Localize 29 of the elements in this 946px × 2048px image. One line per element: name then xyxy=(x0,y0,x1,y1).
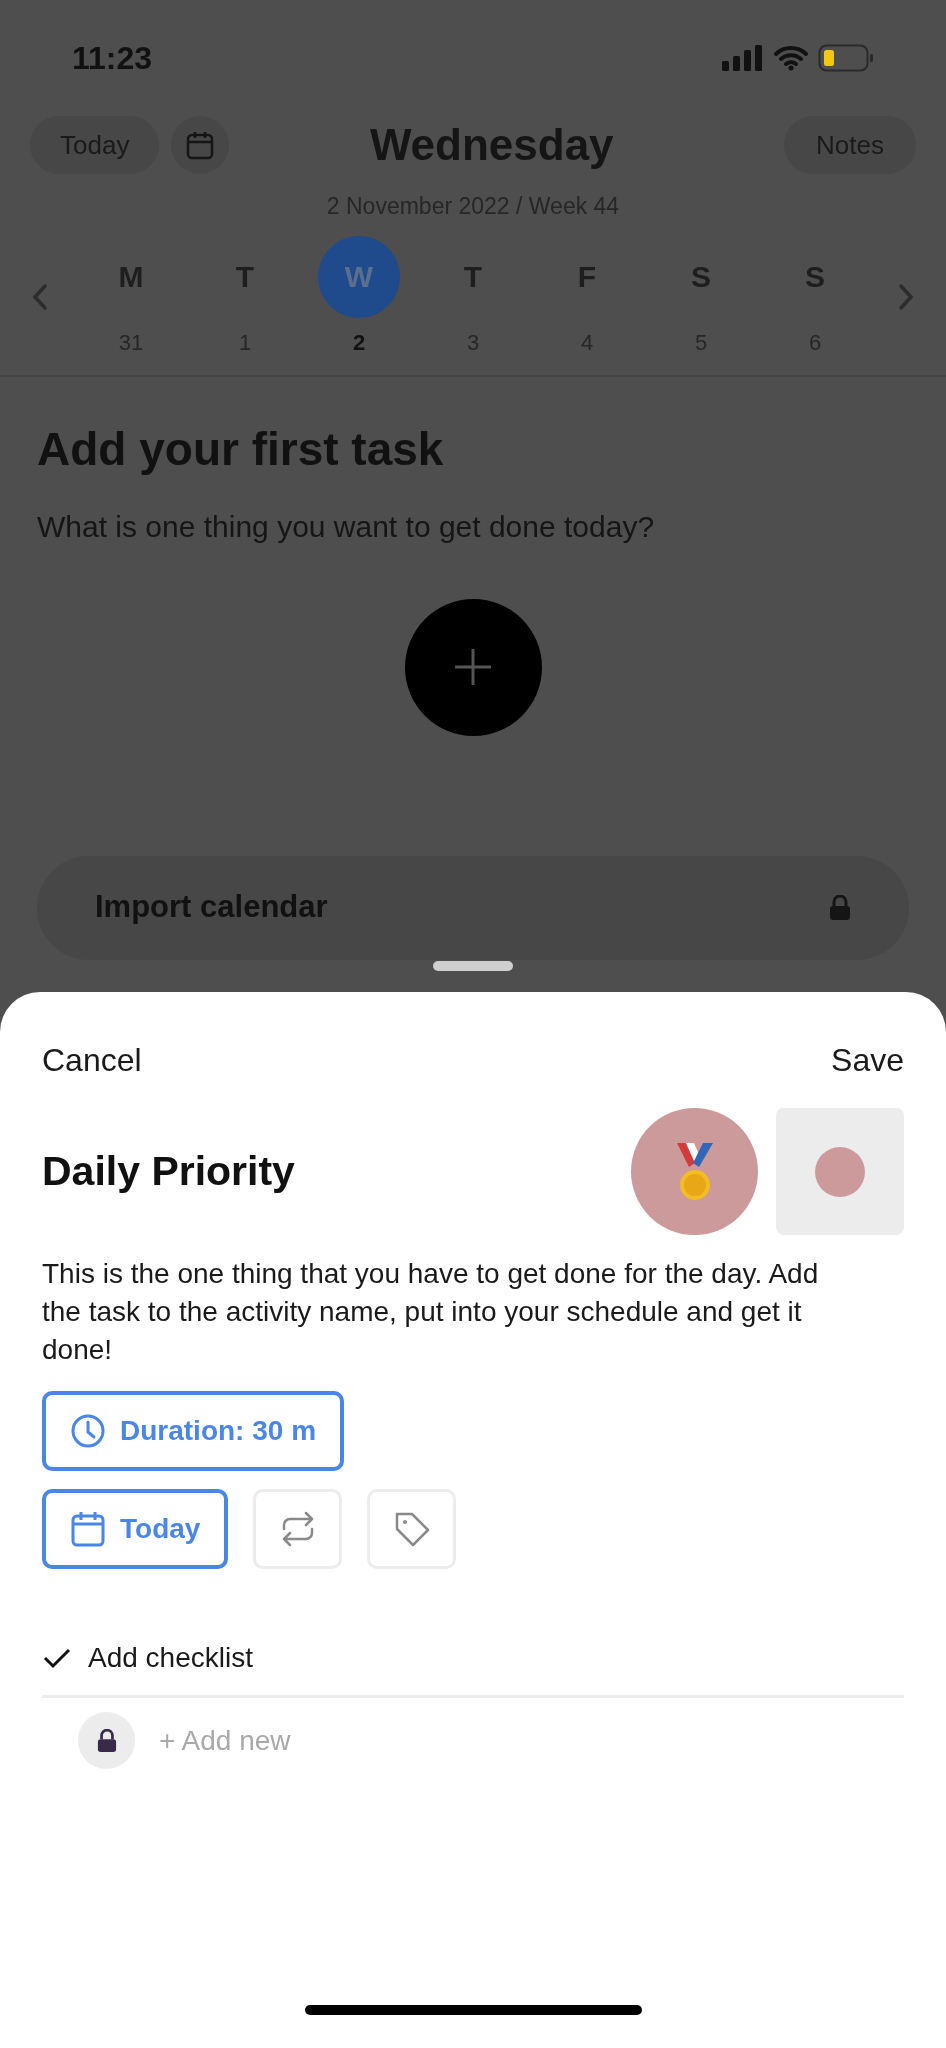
calendar-icon xyxy=(186,130,215,160)
duration-button[interactable]: Duration: 30 m xyxy=(42,1391,345,1471)
clock-icon xyxy=(70,1413,106,1449)
drag-handle[interactable] xyxy=(433,961,513,971)
save-button[interactable]: Save xyxy=(831,1036,904,1084)
add-checklist-label[interactable]: Add checklist xyxy=(88,1637,253,1679)
color-picker-button[interactable] xyxy=(776,1108,904,1235)
plus-icon xyxy=(453,647,493,687)
signal-icon xyxy=(722,45,764,71)
chevron-left-icon[interactable] xyxy=(30,282,50,312)
add-item-field[interactable]: + Add new xyxy=(159,1719,659,1762)
sheet-title: Daily Priority xyxy=(42,1146,296,1196)
battery-icon xyxy=(818,44,874,72)
calendar-icon xyxy=(70,1510,106,1548)
status-time: 11:23 xyxy=(72,39,153,78)
day-number: 2 xyxy=(352,328,366,357)
date-button[interactable]: Today xyxy=(42,1489,229,1569)
lock-icon xyxy=(96,1728,117,1753)
cancel-button[interactable]: Cancel xyxy=(42,1036,142,1084)
day-title: Wednesday xyxy=(369,119,614,171)
chevron-right-icon[interactable] xyxy=(896,282,916,312)
repeat-button[interactable] xyxy=(253,1489,343,1569)
empty-state-subtitle: What is one thing you want to get done today? xyxy=(37,508,656,545)
task-description: This is the one thing that you have to get done for the day. Add the task to the activity name, put into your schedule and get it done! xyxy=(42,1257,820,1367)
tag-button[interactable] xyxy=(367,1489,457,1569)
checkmark-icon xyxy=(42,1646,72,1670)
empty-state-title: Add your first task xyxy=(37,421,445,477)
wifi-icon xyxy=(774,45,808,71)
weekday-tab[interactable]: W xyxy=(318,235,400,318)
